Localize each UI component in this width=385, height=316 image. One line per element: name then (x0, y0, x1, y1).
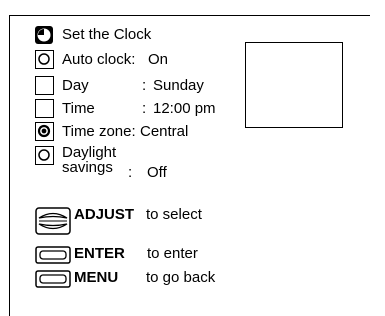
savings-label: savings (62, 159, 113, 176)
auto-clock-checkbox[interactable] (35, 50, 54, 69)
day-value: Sunday (153, 77, 204, 94)
menu-button-icon[interactable] (35, 270, 71, 288)
time-zone-label: Time zone: (62, 123, 136, 140)
time-checkbox[interactable] (35, 99, 54, 118)
auto-clock-value: On (148, 51, 169, 68)
radio-dot-icon (38, 53, 50, 65)
day-separator: : (142, 77, 147, 94)
time-label: Time (62, 100, 95, 117)
clock-icon (35, 26, 53, 44)
adjust-key-label: ADJUST (74, 206, 135, 223)
daylight-separator: : (128, 164, 133, 181)
menu-description: to go back (146, 269, 216, 286)
daylight-savings-checkbox[interactable] (35, 146, 54, 165)
time-value: 12:00 pm (153, 100, 216, 117)
time-zone-value: Central (140, 123, 189, 140)
daylight-value: Off (147, 164, 167, 181)
menu-key-label: MENU (74, 269, 119, 286)
daylight-label: Daylight (62, 144, 117, 161)
radio-dot-icon (37, 124, 51, 138)
menu-title: Set the Clock (62, 26, 152, 43)
adjust-description: to select (146, 206, 202, 223)
auto-clock-label: Auto clock: (62, 51, 136, 68)
enter-button-icon[interactable] (35, 246, 71, 264)
enter-description: to enter (147, 245, 198, 262)
time-separator: : (142, 100, 147, 117)
day-label: Day (62, 77, 89, 94)
adjust-button-icon[interactable] (35, 207, 71, 235)
day-checkbox[interactable] (35, 76, 54, 95)
radio-dot-icon (38, 149, 50, 161)
time-zone-checkbox[interactable] (35, 122, 54, 141)
enter-key-label: ENTER (74, 245, 125, 262)
preview-window (245, 42, 343, 128)
screen: { "menu": { "title": "Set the Clock", "i… (0, 0, 385, 316)
